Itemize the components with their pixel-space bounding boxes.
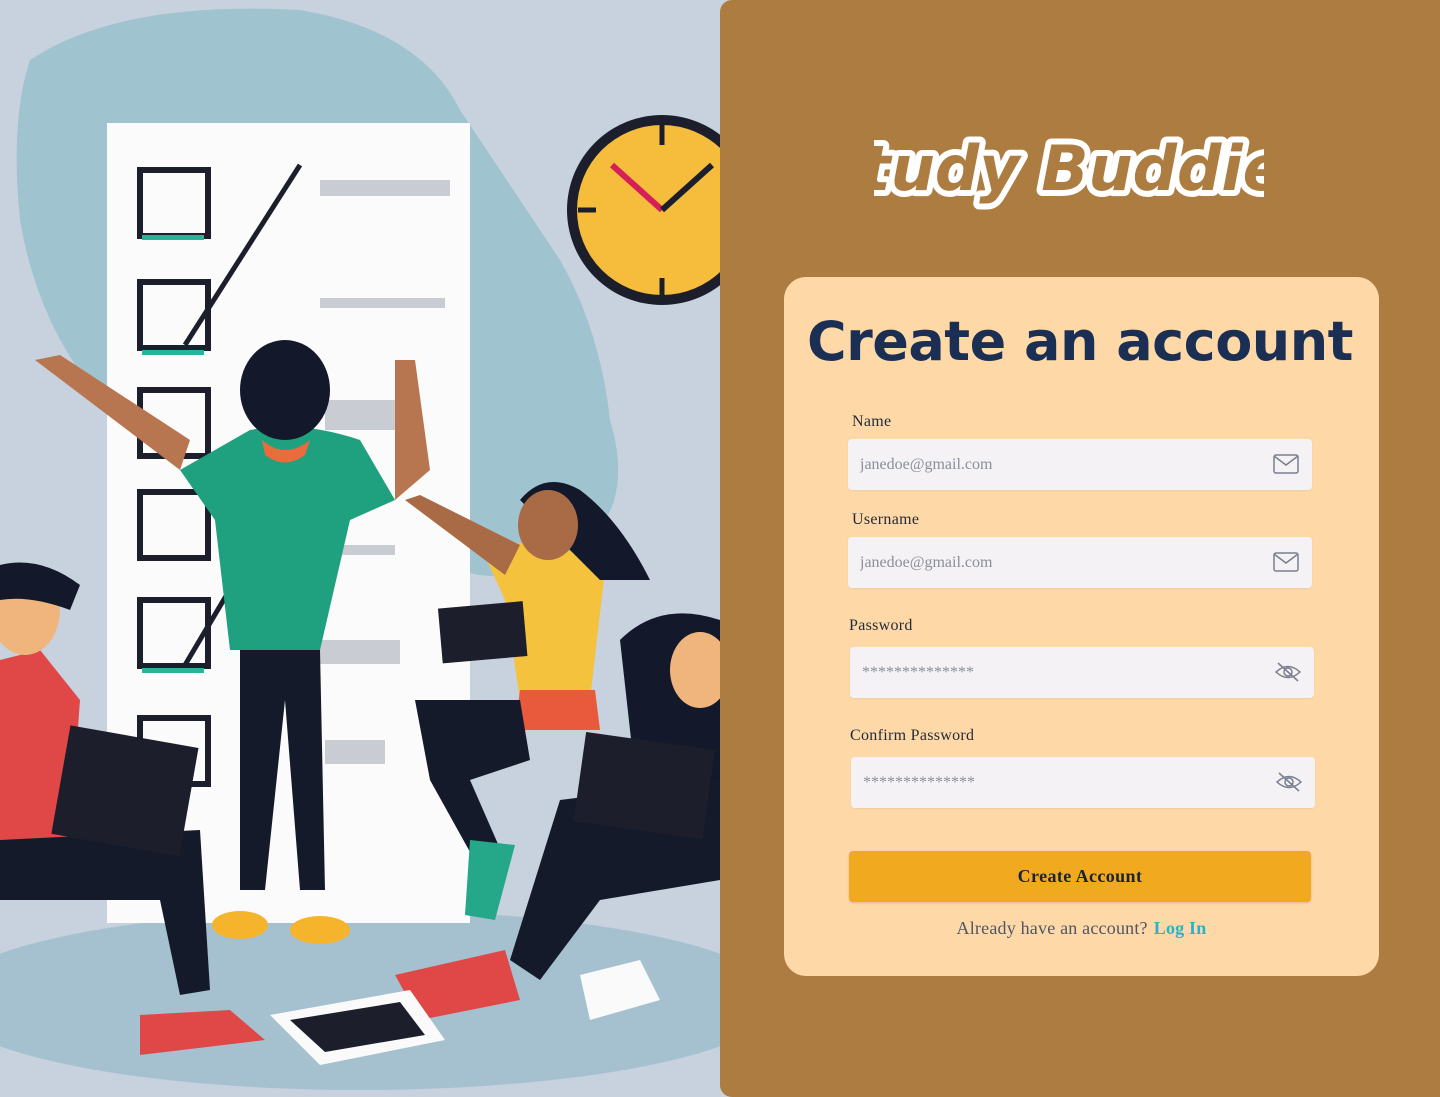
confirm-password-field (851, 757, 1315, 808)
confirm-password-input[interactable] (863, 757, 1263, 808)
login-prompt-text: Already have an account? (956, 918, 1148, 938)
confirm-password-label: Confirm Password (850, 727, 975, 744)
logo-text: Study Buddies (874, 132, 1264, 205)
name-input[interactable] (860, 439, 1260, 490)
study-team-illustration (0, 0, 720, 1097)
name-label: Name (852, 413, 892, 430)
password-input[interactable] (862, 647, 1262, 698)
logo-wordmark: Study Buddies Study Buddies (810, 126, 1327, 211)
page-title: Create an account (806, 310, 1354, 373)
username-field (848, 537, 1312, 588)
password-label: Password (849, 617, 913, 634)
username-input[interactable] (860, 537, 1260, 588)
login-prompt-row: Already have an account? Log In (784, 918, 1379, 939)
name-field (848, 439, 1312, 490)
hero-illustration (0, 0, 720, 1097)
login-link[interactable]: Log In (1154, 918, 1207, 938)
create-account-button[interactable]: Create Account (849, 851, 1311, 902)
password-field (850, 647, 1314, 698)
eye-off-icon[interactable] (1274, 660, 1302, 684)
study-buddies-logo: Study Buddies Study Buddies (810, 120, 1327, 230)
mail-icon (1273, 552, 1299, 572)
mail-icon (1273, 454, 1299, 474)
eye-off-icon[interactable] (1275, 770, 1303, 794)
username-label: Username (852, 511, 920, 528)
